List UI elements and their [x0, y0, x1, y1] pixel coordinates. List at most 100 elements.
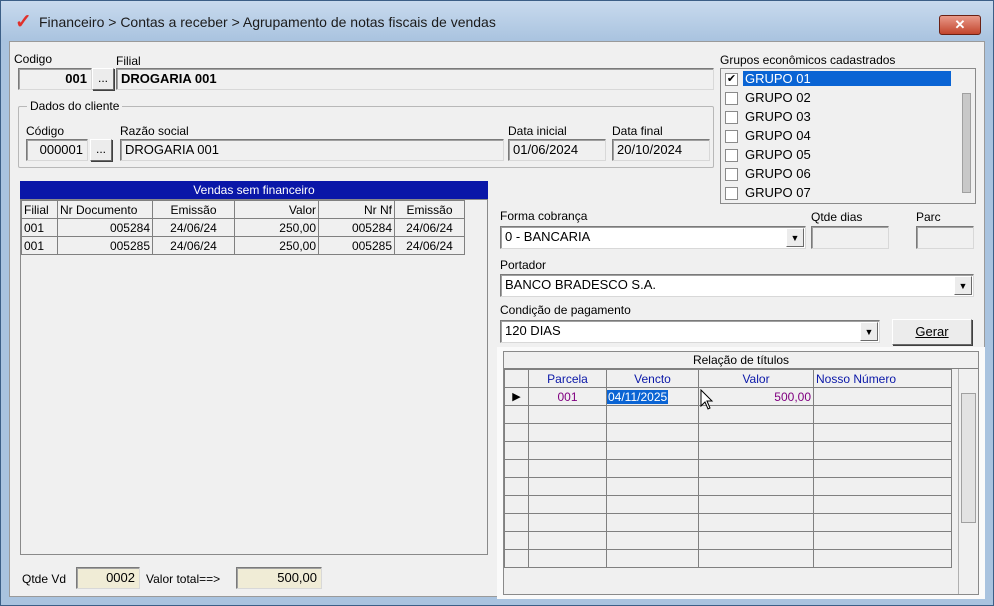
parc-field[interactable]	[916, 226, 974, 249]
cell-parcela[interactable]: 001	[528, 387, 607, 406]
cell-nr-documento[interactable]: 005284	[57, 218, 153, 237]
table-row[interactable]: 001 005284 24/06/24 250,00 005284 24/06/…	[21, 218, 465, 237]
table-row[interactable]	[504, 549, 952, 568]
razao-social-label: Razão social	[120, 124, 189, 138]
parc-label: Parc	[916, 210, 941, 224]
data-final-label: Data final	[612, 124, 663, 138]
cell-emissao-nf[interactable]: 24/06/24	[394, 236, 465, 255]
cell-filial[interactable]: 001	[21, 218, 58, 237]
titulos-table: Parcela Vencto Valor Nosso Número ▶ 001 …	[504, 369, 952, 568]
cell-valor[interactable]: 250,00	[234, 236, 319, 255]
grupos-scrollbar[interactable]	[959, 69, 975, 203]
cell-emissao[interactable]: 24/06/24	[152, 236, 235, 255]
table-row[interactable]	[504, 459, 952, 478]
chevron-down-icon[interactable]: ▼	[860, 322, 878, 341]
filial-field[interactable]: DROGARIA 001	[116, 68, 714, 90]
checkbox-icon[interactable]	[725, 111, 738, 124]
cliente-codigo-label: Código	[26, 124, 65, 138]
gerar-button[interactable]: Gerar	[892, 319, 972, 345]
cell-filial[interactable]: 001	[21, 236, 58, 255]
grupo-label: GRUPO 04	[745, 128, 811, 143]
qtde-dias-field[interactable]	[811, 226, 889, 249]
grupo-item-05[interactable]: GRUPO 05	[723, 146, 951, 165]
window-title: Financeiro > Contas a receber > Agrupame…	[39, 14, 496, 30]
col-header-nosso-numero[interactable]: Nosso Número	[813, 369, 952, 388]
grupo-item-07[interactable]: GRUPO 07	[723, 184, 951, 203]
codigo-field[interactable]: 001	[18, 68, 92, 90]
grupo-label: GRUPO 02	[745, 90, 811, 105]
codigo-lookup-button[interactable]: ...	[92, 68, 114, 90]
chevron-down-icon[interactable]: ▼	[786, 228, 804, 247]
form-body: Codigo 001 ... Filial DROGARIA 001 Dados…	[9, 41, 985, 599]
forma-cobranca-label: Forma cobrança	[500, 209, 588, 223]
forma-cobranca-select[interactable]: 0 - BANCARIA ▼	[500, 226, 806, 249]
checkmark-logo-icon: ✓	[15, 11, 32, 33]
razao-social-field[interactable]: DROGARIA 001	[120, 139, 504, 161]
grupo-item-02[interactable]: GRUPO 02	[723, 89, 951, 108]
grupo-label: GRUPO 01	[743, 71, 951, 86]
col-header-valor[interactable]: Valor	[234, 200, 319, 219]
col-header-emissao[interactable]: Emissão	[152, 200, 235, 219]
row-pointer-icon: ▶	[504, 387, 529, 406]
filial-label: Filial	[116, 54, 141, 68]
mouse-cursor-icon	[700, 389, 714, 410]
titulos-grid[interactable]: Relação de títulos Parcela Vencto Valor …	[503, 351, 979, 595]
table-row[interactable]	[504, 441, 952, 460]
cell-nr-nf[interactable]: 005285	[318, 236, 395, 255]
col-header-valor[interactable]: Valor	[698, 369, 814, 388]
checkbox-icon[interactable]	[725, 92, 738, 105]
data-inicial-label: Data inicial	[508, 124, 567, 138]
cliente-lookup-button[interactable]: ...	[90, 139, 112, 161]
vencto-selected-text[interactable]: 04/11/2025	[607, 389, 669, 404]
checkbox-icon[interactable]	[725, 130, 738, 143]
close-button[interactable]: ✕	[939, 15, 981, 35]
grupo-item-01[interactable]: ✔ GRUPO 01	[723, 70, 951, 89]
portador-select[interactable]: BANCO BRADESCO S.A. ▼	[500, 274, 974, 297]
grupo-item-03[interactable]: GRUPO 03	[723, 108, 951, 127]
checkbox-icon[interactable]	[725, 187, 738, 200]
cell-nr-nf[interactable]: 005284	[318, 218, 395, 237]
col-header-nr-documento[interactable]: Nr Documento	[57, 200, 153, 219]
chevron-down-icon[interactable]: ▼	[954, 276, 972, 295]
cell-emissao-nf[interactable]: 24/06/24	[394, 218, 465, 237]
col-header-parcela[interactable]: Parcela	[528, 369, 607, 388]
cell-nr-documento[interactable]: 005285	[57, 236, 153, 255]
title-bar[interactable]: ✓ Financeiro > Contas a receber > Agrupa…	[1, 1, 993, 41]
grupos-list[interactable]: ✔ GRUPO 01 GRUPO 02 GRUPO 03 GRUPO 04 GR…	[720, 68, 976, 204]
grupos-scroll-thumb[interactable]	[962, 93, 971, 193]
table-row[interactable]	[504, 531, 952, 550]
table-row[interactable]: ▶ 001 04/11/2025 500,00	[504, 387, 952, 406]
condicao-pagamento-select[interactable]: 120 DIAS ▼	[500, 320, 880, 343]
table-row[interactable]	[504, 513, 952, 532]
checkbox-checked-icon[interactable]: ✔	[725, 73, 738, 86]
cell-vencto[interactable]: 04/11/2025	[606, 387, 699, 406]
qtde-dias-label: Qtde dias	[811, 210, 863, 224]
col-header-filial[interactable]: Filial	[21, 200, 58, 219]
data-inicial-field[interactable]: 01/06/2024	[508, 139, 606, 161]
table-row[interactable]	[504, 477, 952, 496]
col-header-vencto[interactable]: Vencto	[606, 369, 699, 388]
col-header-emissao-nf[interactable]: Emissão	[394, 200, 465, 219]
table-row[interactable]: 001 005285 24/06/24 250,00 005285 24/06/…	[21, 236, 465, 255]
vendas-title-bar: Vendas sem financeiro	[20, 181, 488, 199]
checkbox-icon[interactable]	[725, 149, 738, 162]
table-row[interactable]	[504, 405, 952, 424]
cell-valor[interactable]: 500,00	[698, 387, 814, 406]
data-final-field[interactable]: 20/10/2024	[612, 139, 710, 161]
grupo-item-04[interactable]: GRUPO 04	[723, 127, 951, 146]
table-row[interactable]	[504, 495, 952, 514]
checkbox-icon[interactable]	[725, 168, 738, 181]
table-row[interactable]	[504, 423, 952, 442]
grupo-label: GRUPO 05	[745, 147, 811, 162]
cell-emissao[interactable]: 24/06/24	[152, 218, 235, 237]
vendas-grid[interactable]: Filial Nr Documento Emissão Valor Nr Nf …	[20, 199, 488, 555]
cliente-codigo-field[interactable]: 000001	[26, 139, 88, 161]
titulos-scroll-thumb[interactable]	[961, 393, 976, 523]
titulos-scrollbar[interactable]	[958, 369, 978, 594]
col-header-nr-nf[interactable]: Nr Nf	[318, 200, 395, 219]
cell-valor[interactable]: 250,00	[234, 218, 319, 237]
cell-nosso-numero[interactable]	[813, 387, 952, 406]
codigo-label: Codigo	[14, 52, 53, 66]
grupo-label: GRUPO 07	[745, 185, 811, 200]
grupo-item-06[interactable]: GRUPO 06	[723, 165, 951, 184]
